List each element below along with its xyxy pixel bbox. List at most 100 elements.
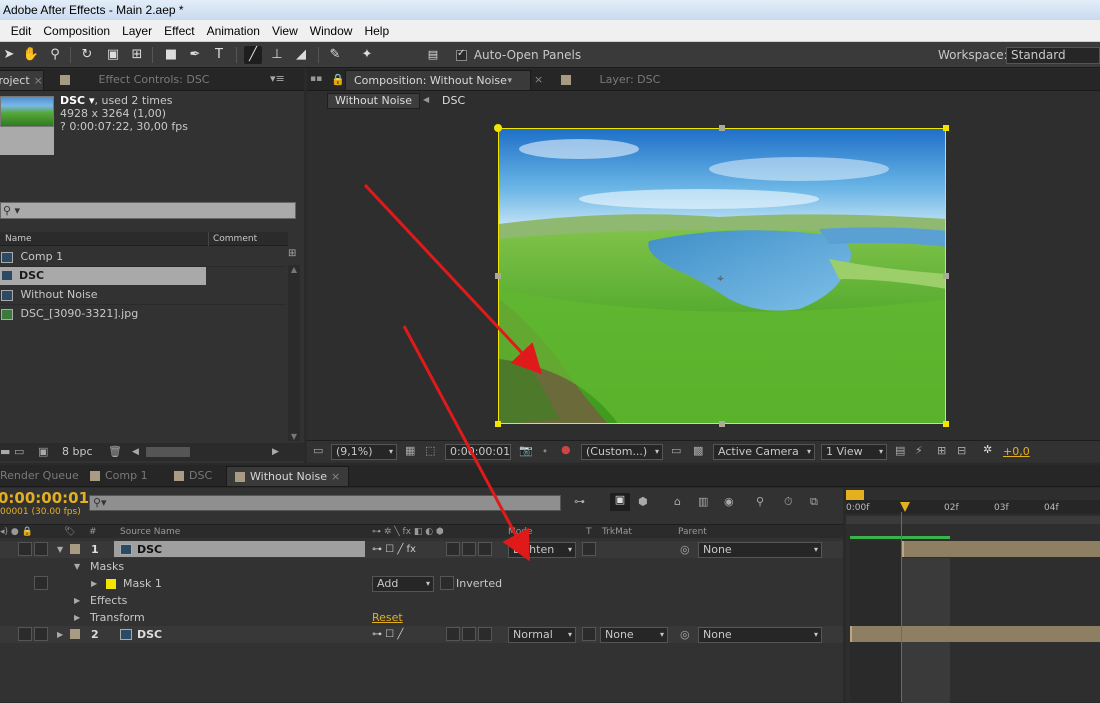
snapshot-icon[interactable]: 📷 [519,444,533,457]
column-name[interactable]: Name [5,232,32,246]
hide-shy-layers-icon[interactable]: ⌂ [674,495,681,508]
corner-handle[interactable] [943,125,949,131]
auto-keyframe-icon[interactable]: ⏱ [784,495,793,509]
close-tab-icon[interactable]: × [534,73,543,86]
list-item[interactable]: DSC_[3090-3321].jpg [0,305,286,324]
mask-vertex-handle[interactable] [494,124,502,132]
composition-viewer-image[interactable]: ⌖ [498,128,946,424]
work-area-start[interactable] [846,490,864,500]
timeline-icon[interactable]: ⊞ [937,444,946,457]
edge-handle[interactable] [719,125,725,131]
scroll-left-icon[interactable]: ◀ [132,443,139,461]
twirl-closed-icon[interactable]: ▶ [91,575,97,592]
menu-composition[interactable]: Composition [37,24,116,38]
panel-icon[interactable]: ▤ [424,46,442,64]
rotation-tool-icon[interactable]: ↻ [78,46,96,64]
column-mode[interactable]: Mode [508,525,533,539]
trkmat-dropdown[interactable]: None ▾ [600,627,668,643]
list-item[interactable]: DSC [0,267,286,286]
lock-icon[interactable]: 🔒 [331,73,345,86]
show-snapshot-icon[interactable]: ⬩ [543,444,547,458]
motion-blur-icon[interactable]: ◉ [724,495,734,508]
new-folder-icon[interactable]: ▭ [14,443,24,461]
tab-project[interactable]: Project× [0,70,44,90]
auto-open-panels-checkbox[interactable] [456,48,467,61]
menu-view[interactable]: View [266,24,304,38]
tab-effect-controls[interactable]: Effect Controls: DSC [52,70,217,90]
twirl-open-icon[interactable]: ▼ [57,541,63,558]
column-num[interactable]: # [89,525,97,539]
resolution-dropdown[interactable]: (Custom...) ▾ [581,444,663,460]
fast-previews-icon[interactable]: ⚡ [915,444,923,457]
magnification-dropdown[interactable]: (9,1%) ▾ [331,444,397,460]
breadcrumb-without-noise[interactable]: Without Noise [327,93,420,109]
layer-switches[interactable]: ⊶ ☐ ╱ fx [372,541,416,558]
draft-3d-icon[interactable]: ⬢ [638,495,648,508]
current-time-field[interactable]: 0:00:00:01 [445,444,511,460]
twirl-open-icon[interactable]: ▼ [74,558,80,575]
horizontal-scrollbar[interactable] [146,447,190,457]
toggle-pixel-aspect-icon[interactable]: ▤ [895,444,905,457]
project-scrollbar[interactable]: ▲ ▼ [288,265,300,441]
trash-icon[interactable]: 🗑 [108,443,122,461]
blend-mode-dropdown[interactable]: Normal ▾ [508,627,576,643]
effects-row[interactable]: ▶ Effects [0,592,843,609]
edge-handle[interactable] [719,421,725,427]
layer-switches[interactable]: ⊶ ☐ ╱ [372,626,403,643]
mask-color-swatch[interactable] [106,579,116,589]
flowchart-icon[interactable]: ⊞ [288,248,302,262]
label-color[interactable] [70,629,80,639]
blend-mode-dropdown[interactable]: Lighten ▾ [508,542,576,558]
pen-tool-icon[interactable]: ✒ [186,46,204,64]
parent-dropdown[interactable]: None ▾ [698,542,822,558]
list-item[interactable]: Comp 1 [0,248,286,267]
masks-row[interactable]: ▼ Masks [0,558,843,575]
time-ruler[interactable]: 0:00f 02f 03f 04f [846,500,1100,514]
mask-mode-dropdown[interactable]: Add ▾ [372,576,434,592]
clone-stamp-tool-icon[interactable]: ⊥ [268,46,286,64]
tab-render-queue[interactable]: Render Queue [0,466,87,486]
edge-handle[interactable] [943,273,949,279]
exposure-value[interactable]: +0,0 [1003,445,1030,458]
brainstorm-icon[interactable]: ⚲ [756,495,764,508]
twirl-closed-icon[interactable]: ▶ [57,626,63,643]
menu-layer[interactable]: Layer [116,24,158,38]
menu-animation[interactable]: Animation [201,24,266,38]
layer-name[interactable]: DSC [137,626,162,643]
menu-window[interactable]: Window [304,24,359,38]
column-parent[interactable]: Parent [678,525,707,539]
pick-whip-icon[interactable]: ◎ [680,541,690,558]
eraser-tool-icon[interactable]: ◢ [292,46,310,64]
current-time-indicator[interactable] [900,502,910,512]
rectangle-tool-icon[interactable]: ■ [162,46,180,64]
panel-menu-icon[interactable]: ▾≡ [270,72,285,85]
tab-composition[interactable]: Composition: Without Noise ▾ [345,70,531,90]
column-source-name[interactable]: Source Name [120,525,180,539]
menu-help[interactable]: Help [358,24,395,38]
views-dropdown[interactable]: 1 View ▾ [821,444,887,460]
menu-edit[interactable]: Edit [5,24,38,38]
layer-duration-bar[interactable] [850,626,1100,642]
bpc-button[interactable]: 8 bpc [62,443,93,461]
breadcrumb-dsc[interactable]: DSC [442,94,465,107]
label-color[interactable] [70,544,80,554]
camera-tool-icon[interactable]: ▣ [104,46,122,64]
pick-whip-icon[interactable]: ◎ [680,626,690,643]
transform-row[interactable]: ▶ Transform Reset [0,609,843,626]
corner-handle[interactable] [943,421,949,427]
hand-tool-icon[interactable]: ✋ [22,46,40,64]
layer-row[interactable]: ▼ 1 DSC ⊶ ☐ ╱ fx Lighten ▾ ◎ None ▾ [0,541,843,558]
new-composition-icon[interactable]: ▣ [38,443,48,461]
tab-without-noise[interactable]: Without Noise × [226,466,350,486]
camera-dropdown[interactable]: Active Camera ▾ [713,444,815,460]
exposure-reset-icon[interactable]: ✲ [983,443,992,456]
parent-dropdown[interactable]: None ▾ [698,627,822,643]
twirl-closed-icon[interactable]: ▶ [74,609,80,626]
timeline-search-input[interactable]: ⚲▾ [89,495,561,511]
column-comment[interactable]: Comment [208,232,257,246]
reset-link[interactable]: Reset [372,609,403,626]
workspace-dropdown[interactable]: Standard [1006,47,1100,64]
scroll-right-icon[interactable]: ▶ [272,443,279,461]
comp-flowchart-icon[interactable]: ⊟ [957,444,966,457]
guides-icon[interactable]: ▦ [405,444,415,457]
